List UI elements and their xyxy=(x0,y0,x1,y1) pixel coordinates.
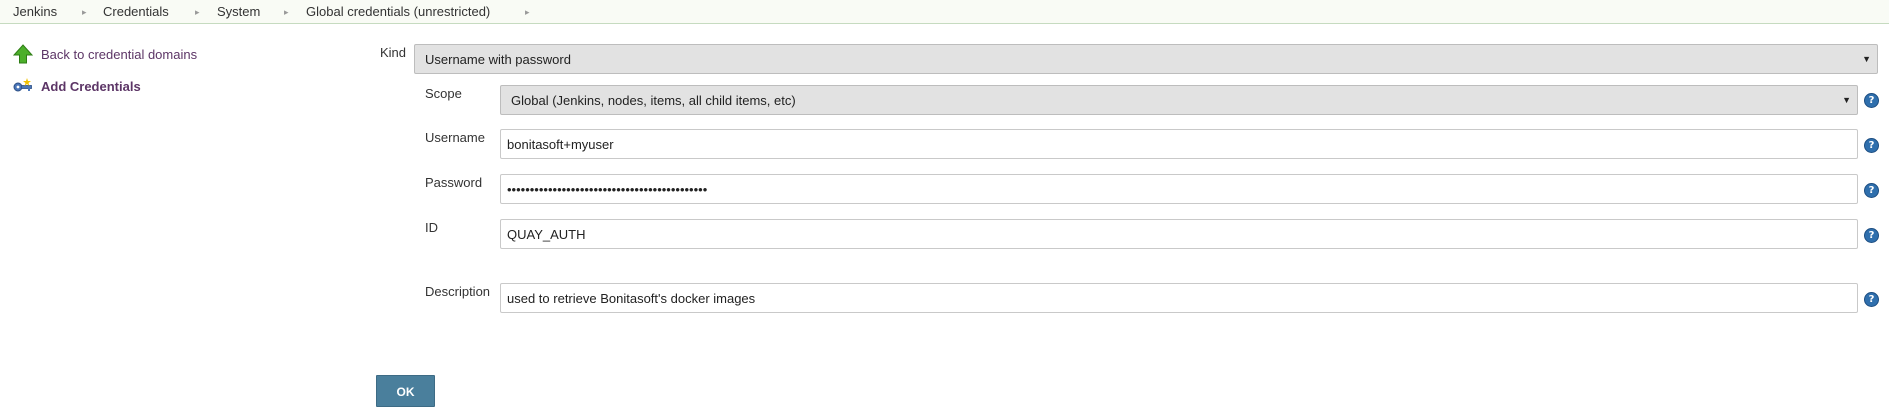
breadcrumb-item-credentials[interactable]: Credentials xyxy=(103,4,169,19)
kind-select[interactable]: Username with password ▼ xyxy=(414,44,1878,74)
chevron-right-icon[interactable]: ▸ xyxy=(195,4,200,20)
id-label: ID xyxy=(425,220,438,235)
breadcrumb-item-global-credentials[interactable]: Global credentials (unrestricted) xyxy=(306,4,490,19)
sidebar-item-label[interactable]: Back to credential domains xyxy=(41,47,197,62)
password-label: Password xyxy=(425,175,483,190)
scope-select-value: Global (Jenkins, nodes, items, all child… xyxy=(511,92,796,108)
help-icon[interactable]: ? xyxy=(1864,292,1879,307)
breadcrumb: Jenkins ▸ Credentials ▸ System ▸ Global … xyxy=(0,0,1889,24)
ok-button[interactable]: OK xyxy=(376,375,435,407)
description-field[interactable] xyxy=(500,283,1858,313)
description-label: Description xyxy=(425,284,491,299)
chevron-right-icon[interactable]: ▸ xyxy=(525,4,530,20)
green-up-arrow-icon xyxy=(12,44,34,64)
key-icon xyxy=(13,76,33,96)
help-icon[interactable]: ? xyxy=(1864,183,1879,198)
password-field[interactable] xyxy=(500,174,1858,204)
kind-select-value: Username with password xyxy=(425,51,571,67)
scope-label: Scope xyxy=(425,86,462,101)
sidebar-item-label[interactable]: Add Credentials xyxy=(41,79,141,94)
chevron-right-icon[interactable]: ▸ xyxy=(82,4,87,20)
scope-select[interactable]: Global (Jenkins, nodes, items, all child… xyxy=(500,85,1858,115)
breadcrumb-item-jenkins[interactable]: Jenkins xyxy=(13,4,57,19)
dropdown-arrow-icon: ▼ xyxy=(1862,54,1871,64)
kind-label: Kind xyxy=(380,45,407,60)
help-icon[interactable]: ? xyxy=(1864,93,1879,108)
username-label: Username xyxy=(425,130,485,145)
username-field[interactable] xyxy=(500,129,1858,159)
dropdown-arrow-icon: ▼ xyxy=(1842,95,1851,105)
chevron-right-icon[interactable]: ▸ xyxy=(284,4,289,20)
help-icon[interactable]: ? xyxy=(1864,138,1879,153)
sidebar-item-add-credentials[interactable]: Add Credentials xyxy=(13,76,141,96)
id-field[interactable] xyxy=(500,219,1858,249)
help-icon[interactable]: ? xyxy=(1864,228,1879,243)
sidebar-item-back-to-domains[interactable]: Back to credential domains xyxy=(12,44,197,64)
breadcrumb-item-system[interactable]: System xyxy=(217,4,260,19)
